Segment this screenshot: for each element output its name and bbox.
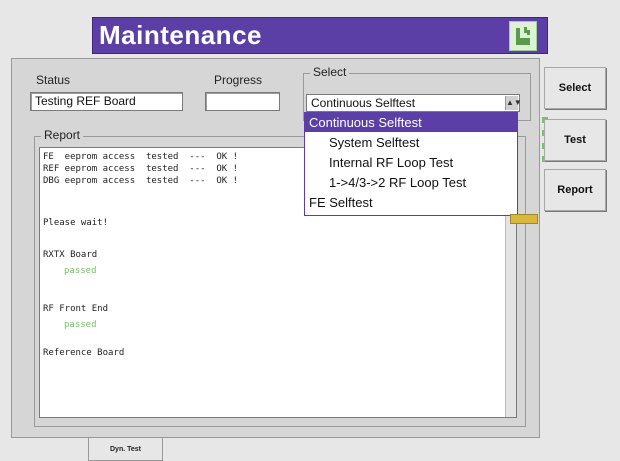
status-label: Status xyxy=(36,73,71,87)
report-button[interactable]: Report xyxy=(544,169,606,211)
help-button[interactable] xyxy=(509,21,537,51)
report-line: RF Front End xyxy=(43,304,109,314)
select-options-list[interactable]: Continuous Selftest System Selftest Inte… xyxy=(304,112,518,216)
report-line: RXTX Board xyxy=(43,250,98,260)
select-dropdown[interactable]: Continuous Selftest ▲▼ xyxy=(306,94,522,112)
progress-field xyxy=(205,92,280,111)
option-internal-rf-loop-test[interactable]: Internal RF Loop Test xyxy=(305,153,517,172)
progress-label: Progress xyxy=(214,73,263,87)
report-line: REF eeprom access tested --- OK ! xyxy=(43,164,239,174)
title-bar: Maintenance xyxy=(92,17,548,54)
status-field: Testing REF Board xyxy=(30,92,183,111)
option-rf-loop-test[interactable]: 1->4/3->2 RF Loop Test xyxy=(305,173,517,192)
status-value: Testing REF Board xyxy=(35,94,136,108)
option-system-selftest[interactable]: System Selftest xyxy=(305,133,517,152)
page-title: Maintenance xyxy=(99,20,262,50)
select-current: Continuous Selftest xyxy=(311,96,416,110)
tab-dyn-test[interactable]: Dyn. Test xyxy=(88,438,163,461)
test-button[interactable]: Test xyxy=(544,119,606,161)
select-button[interactable]: Select xyxy=(544,67,606,109)
report-passed: passed xyxy=(64,266,97,276)
status-indicator xyxy=(510,214,538,224)
report-passed: passed xyxy=(64,320,97,330)
report-line: DBG eeprom access tested --- OK ! xyxy=(43,176,239,186)
option-continuous-selftest[interactable]: Continuous Selftest xyxy=(305,113,517,132)
option-fe-selftest[interactable]: FE Selftest xyxy=(305,193,517,212)
report-line: Please wait! xyxy=(43,218,109,228)
select-label: Select xyxy=(310,65,350,79)
dropdown-arrow-icon[interactable]: ▲▼ xyxy=(505,96,522,110)
report-line: Reference Board xyxy=(43,348,125,358)
report-label: Report xyxy=(41,128,84,142)
report-line: FE eeprom access tested --- OK ! xyxy=(43,152,239,162)
help-icon xyxy=(512,24,534,48)
